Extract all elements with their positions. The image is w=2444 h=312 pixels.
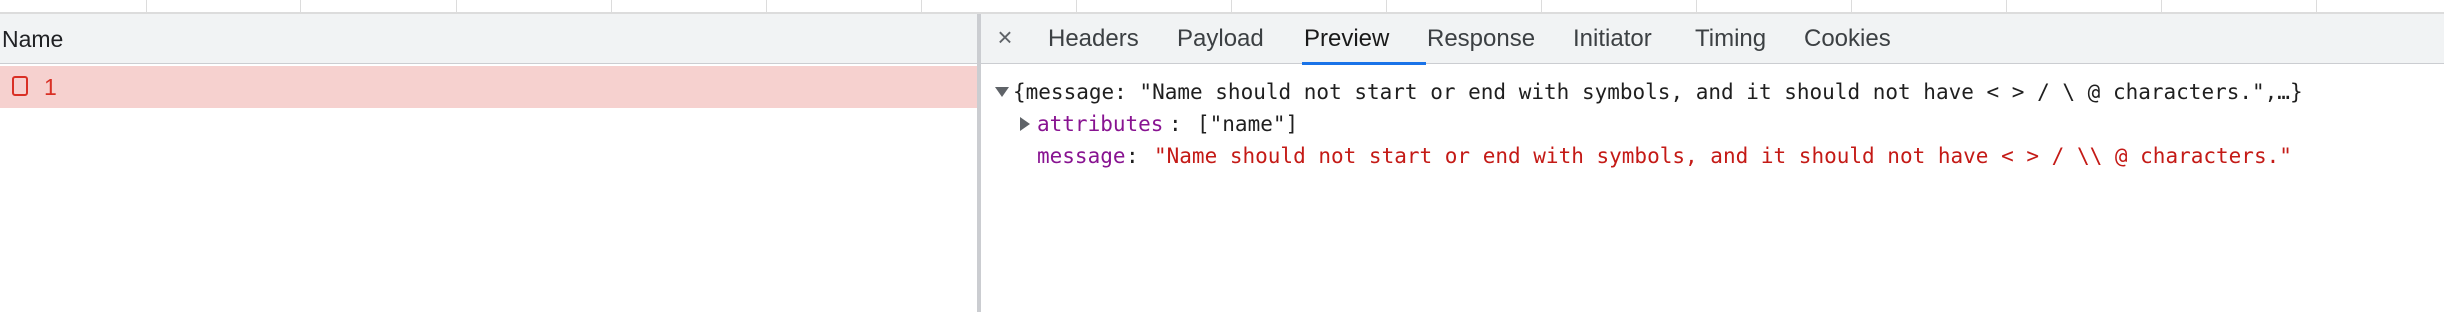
tab-timing[interactable]: Timing xyxy=(1695,25,1766,53)
json-colon: : xyxy=(1126,144,1152,168)
request-name: 1 xyxy=(44,74,57,100)
ruler-tick xyxy=(921,0,922,12)
tab-payload[interactable]: Payload xyxy=(1177,25,1264,53)
name-column-label: Name xyxy=(2,26,64,52)
ruler-tick xyxy=(1696,0,1697,12)
name-column-header[interactable]: Name xyxy=(0,14,978,64)
tab-initiator[interactable]: Initiator xyxy=(1573,25,1652,53)
ruler-tick xyxy=(1541,0,1542,12)
json-summary: {message: "Name should not start or end … xyxy=(1013,80,2303,104)
ruler-tick xyxy=(766,0,767,12)
ruler-tick xyxy=(2006,0,2007,12)
tab-headers[interactable]: Headers xyxy=(1048,25,1139,53)
request-details: × Headers Payload Preview Response Initi… xyxy=(981,14,2444,312)
timeline-ruler xyxy=(0,0,2444,14)
json-value: ["name"] xyxy=(1197,112,1299,136)
tree-node-attributes[interactable]: attributes : ["name"] xyxy=(981,108,1298,140)
tree-root[interactable]: {message: "Name should not start or end … xyxy=(981,76,2303,108)
document-icon xyxy=(12,76,28,96)
ruler-tick xyxy=(1851,0,1852,12)
triangle-right-icon[interactable] xyxy=(1020,117,1030,131)
close-icon[interactable]: × xyxy=(993,22,1017,52)
request-list: Name 1 xyxy=(0,14,978,312)
tab-response[interactable]: Response xyxy=(1427,25,1535,53)
tree-node-message: message : "Name should not start or end … xyxy=(981,140,2292,172)
json-colon: : xyxy=(1169,112,1195,136)
ruler-tick xyxy=(1076,0,1077,12)
ruler-tick xyxy=(146,0,147,12)
tab-cookies[interactable]: Cookies xyxy=(1804,25,1891,53)
details-tabbar: × Headers Payload Preview Response Initi… xyxy=(981,14,2444,65)
ruler-tick xyxy=(611,0,612,12)
triangle-down-icon[interactable] xyxy=(995,87,1009,97)
json-key: message xyxy=(1037,144,1126,168)
ruler-tick xyxy=(2316,0,2317,12)
preview-tree: {message: "Name should not start or end … xyxy=(981,66,2444,312)
tab-preview[interactable]: Preview xyxy=(1304,25,1389,53)
ruler-tick xyxy=(1386,0,1387,12)
json-key: attributes xyxy=(1037,112,1164,136)
ruler-tick xyxy=(2161,0,2162,12)
request-row[interactable]: 1 xyxy=(0,66,978,108)
ruler-tick xyxy=(300,0,301,12)
devtools-network-panel: Name 1 × Headers Payload Preview Respons… xyxy=(0,0,2444,312)
active-tab-indicator xyxy=(1302,62,1426,65)
json-string-value: "Name should not start or end with symbo… xyxy=(1154,144,2292,168)
ruler-tick xyxy=(456,0,457,12)
ruler-tick xyxy=(1231,0,1232,12)
